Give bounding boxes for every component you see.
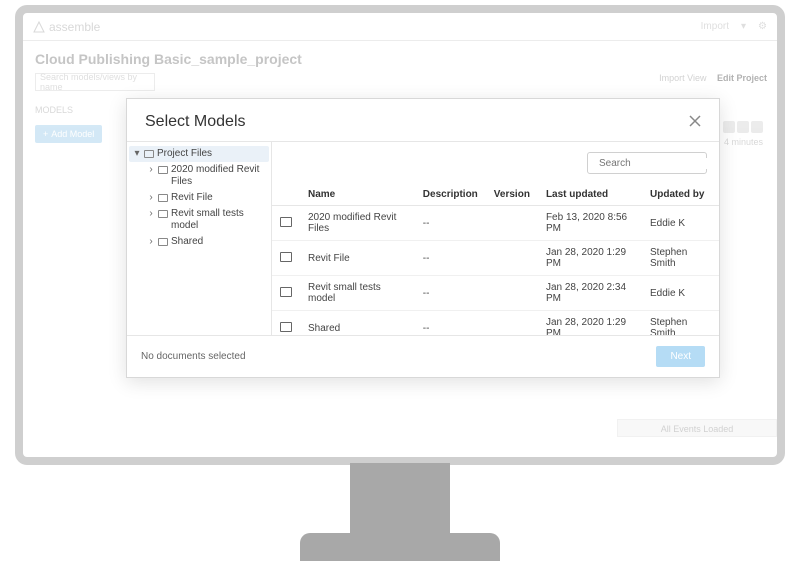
col-description[interactable]: Description <box>415 184 486 206</box>
models-table: Name Description Version Last updated Up… <box>272 184 719 336</box>
view-icon-1[interactable] <box>723 121 735 133</box>
refresh-time: 4 minutes <box>724 137 763 147</box>
col-name[interactable]: Name <box>300 184 415 206</box>
view-icon-2[interactable] <box>737 121 749 133</box>
next-button[interactable]: Next <box>656 346 705 367</box>
edit-project-button[interactable]: Edit Project <box>717 73 767 83</box>
folder-icon <box>280 287 292 297</box>
table-row[interactable]: Shared -- Jan 28, 2020 1:29 PM Stephen S… <box>272 311 719 337</box>
folder-icon <box>280 252 292 262</box>
folder-icon <box>158 194 168 202</box>
chevron-right-icon[interactable]: › <box>147 192 155 203</box>
page-title: Cloud Publishing Basic_sample_project <box>23 41 777 73</box>
user-icon[interactable]: ▾ <box>741 21 746 32</box>
table-row[interactable]: Revit small tests model -- Jan 28, 2020 … <box>272 276 719 311</box>
monitor-base <box>300 533 500 561</box>
add-model-button[interactable]: +Add Model <box>35 125 102 143</box>
close-icon[interactable] <box>689 114 701 130</box>
tree-item[interactable]: › Revit File <box>143 190 269 206</box>
chevron-down-icon[interactable]: ▾ <box>133 148 141 159</box>
search-input[interactable] <box>599 158 719 169</box>
tree-item[interactable]: › 2020 modified Revit Files <box>143 162 269 190</box>
footer-status: No documents selected <box>141 351 246 362</box>
logo: assemble <box>33 20 100 34</box>
folder-tree: ▾ Project Files › 2020 modified Revit Fi… <box>127 142 272 335</box>
col-last-updated[interactable]: Last updated <box>538 184 642 206</box>
folder-icon <box>144 150 154 158</box>
table-row[interactable]: Revit File -- Jan 28, 2020 1:29 PM Steph… <box>272 241 719 276</box>
bg-search-input[interactable]: Search models/views by name <box>35 73 155 91</box>
search-box[interactable] <box>587 152 707 174</box>
folder-icon <box>280 322 292 332</box>
folder-icon <box>280 217 292 227</box>
logo-text: assemble <box>49 20 100 34</box>
folder-icon <box>158 210 168 218</box>
folder-icon <box>158 166 168 174</box>
monitor-stand <box>350 463 450 533</box>
chevron-right-icon[interactable]: › <box>147 208 155 219</box>
chevron-right-icon[interactable]: › <box>147 236 155 247</box>
chevron-right-icon[interactable]: › <box>147 164 155 175</box>
select-models-modal: Select Models ▾ Project Files › 2020 mod… <box>126 98 720 378</box>
settings-icon[interactable]: ⚙ <box>758 21 767 32</box>
app-header: assemble Import ▾ ⚙ <box>23 13 777 41</box>
tree-item[interactable]: › Shared <box>143 234 269 250</box>
tree-item[interactable]: › Revit small tests model <box>143 206 269 234</box>
folder-icon <box>158 238 168 246</box>
table-row[interactable]: 2020 modified Revit Files -- Feb 13, 202… <box>272 206 719 241</box>
import-view-button[interactable]: Import View <box>659 73 706 83</box>
import-menu[interactable]: Import <box>701 21 729 32</box>
col-updated-by[interactable]: Updated by <box>642 184 719 206</box>
view-toggle[interactable] <box>723 121 763 133</box>
view-icon-3[interactable] <box>751 121 763 133</box>
modal-title: Select Models <box>145 113 246 131</box>
col-version[interactable]: Version <box>486 184 538 206</box>
tree-root[interactable]: ▾ Project Files <box>129 146 269 162</box>
events-loaded: All Events Loaded <box>617 419 777 437</box>
